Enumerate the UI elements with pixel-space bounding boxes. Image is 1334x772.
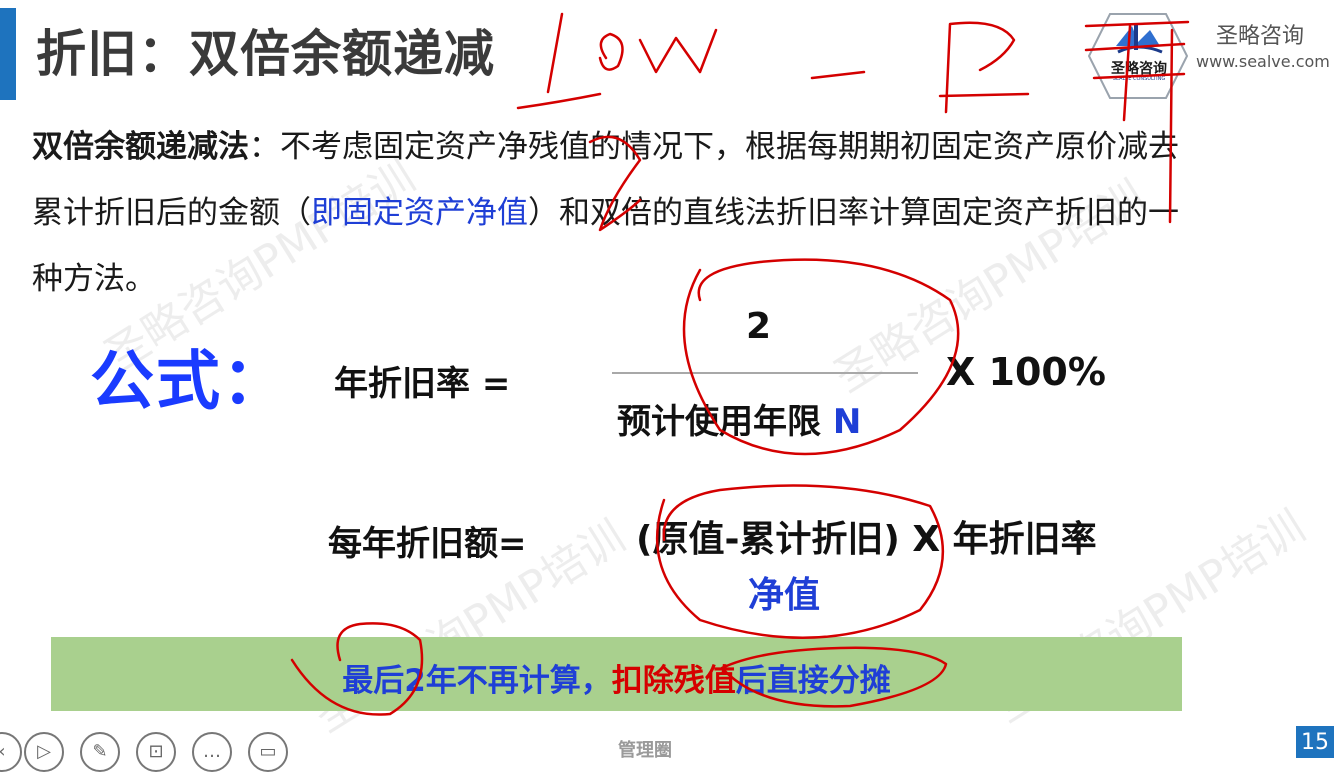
- definition-paragraph: 双倍余额递减法：不考虑固定资产净残值的情况下，根据每期期初固定资产原价减去累计折…: [32, 114, 1202, 312]
- brand-url: www.sealve.com: [1196, 52, 1330, 71]
- logo-text: 圣略咨询: [1111, 61, 1167, 77]
- logo-subtext: SEALVE CONSULTING: [1112, 76, 1166, 82]
- fraction-line: [612, 372, 918, 374]
- definition-term: 双倍余额递减法: [32, 129, 249, 165]
- more-icon[interactable]: …: [192, 732, 232, 772]
- next-icon[interactable]: ▷: [24, 732, 64, 772]
- title-accent-bar: [0, 8, 16, 100]
- banner-part1: 最后2年不再计算，: [342, 663, 612, 699]
- rate-denominator: 预计使用年限 N: [617, 394, 861, 443]
- pen-icon[interactable]: ✎: [80, 732, 120, 772]
- rate-formula-right: X 100%: [946, 350, 1106, 394]
- footer-logo: 管理圈: [618, 740, 672, 761]
- rate-formula-left: 年折旧率 =: [334, 364, 511, 404]
- banner-part2: 扣除残值: [611, 663, 736, 699]
- banner-text: 最后2年不再计算，扣除残值后直接分摊: [51, 655, 1182, 700]
- amount-formula-mid: (原值-累计折旧) X 年折旧率: [636, 519, 1097, 560]
- brand-logo-area: 圣略咨询 SEALVE CONSULTING 圣略咨询 www.sealve.c…: [1088, 12, 1334, 102]
- rate-numerator: 2: [746, 306, 772, 347]
- logo-hexagon-icon: [1088, 13, 1188, 99]
- definition-highlight: 即固定资产净值: [311, 195, 528, 231]
- amount-formula-left: 每年折旧额=: [328, 524, 527, 564]
- subtitle-icon[interactable]: ▭: [248, 732, 288, 772]
- zoom-icon[interactable]: ⊡: [136, 732, 176, 772]
- slide-title: 折旧：双倍余额递减: [36, 25, 495, 83]
- banner-part3: 后直接分摊: [735, 663, 891, 699]
- rate-denominator-text: 预计使用年限: [617, 402, 821, 442]
- page-number: 15: [1296, 726, 1334, 758]
- formula-label: 公式：: [90, 345, 288, 419]
- amount-note: 净值: [748, 575, 821, 616]
- brand-name: 圣略咨询: [1216, 24, 1305, 49]
- summary-banner: 最后2年不再计算，扣除残值后直接分摊: [51, 637, 1182, 711]
- rate-denominator-var: N: [832, 402, 862, 442]
- previous-icon[interactable]: ‹: [0, 732, 22, 772]
